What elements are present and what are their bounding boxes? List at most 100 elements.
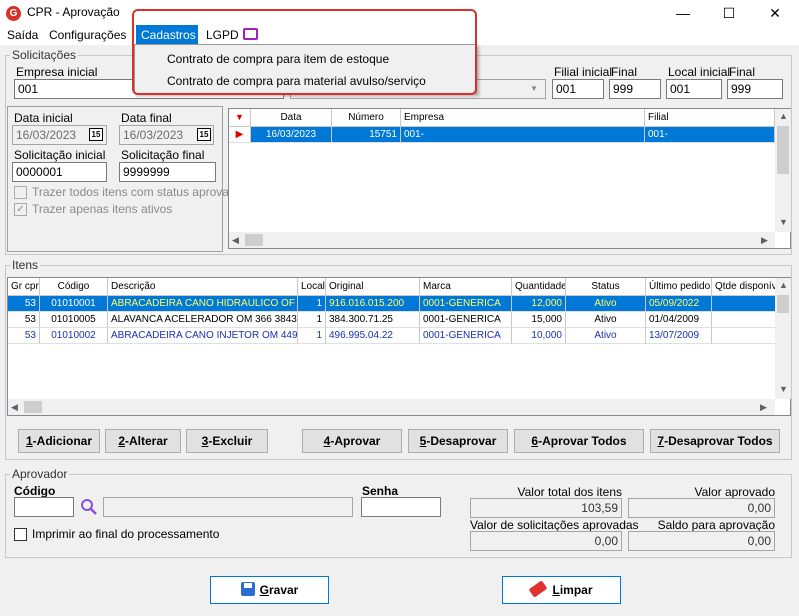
monitor-icon[interactable] xyxy=(243,28,258,40)
item-cell-local[interactable]: 1 xyxy=(298,296,326,312)
col-header-filial[interactable]: Filial xyxy=(645,109,775,127)
item-cell-marca[interactable]: 0001-GENERICA xyxy=(420,296,512,312)
item-cell-codigo[interactable]: 01010002 xyxy=(40,328,108,344)
filial-final-field[interactable]: 999 xyxy=(609,79,661,99)
item-cell-ultimo[interactable]: 01/04/2009 xyxy=(646,312,712,328)
menu-cadastros[interactable]: Cadastros xyxy=(141,28,196,42)
item-cell-descricao[interactable]: ABRACADEIRA CANO HIDRAULICO OF 14 xyxy=(108,296,298,312)
col-header-status[interactable]: Status xyxy=(566,278,646,296)
desaprovar-button[interactable]: 5-Desaprovar xyxy=(408,429,508,453)
item-cell-marca[interactable]: 0001-GENERICA xyxy=(420,328,512,344)
col-header-data[interactable]: Data xyxy=(251,109,332,127)
item-cell-quantidade-text: 12,000 xyxy=(531,298,562,309)
valor-solicitacoes-field: 0,00 xyxy=(470,531,622,551)
menu-contrato-estoque[interactable]: Contrato de compra para item de estoque xyxy=(167,52,389,66)
item-cell-status[interactable]: Ativo xyxy=(566,328,646,344)
senha-field[interactable] xyxy=(361,497,441,517)
save-icon xyxy=(240,582,255,596)
col-header-marca[interactable]: Marca xyxy=(420,278,512,296)
item-cell-ultimo[interactable]: 05/09/2022 xyxy=(646,296,712,312)
solicitacao-inicial-field[interactable]: 0000001 xyxy=(12,162,107,182)
item-cell-ultimo[interactable]: 13/07/2009 xyxy=(646,328,712,344)
trazer-todos-checkbox[interactable] xyxy=(14,186,27,199)
item-cell-original[interactable]: 384.300.71.25 xyxy=(326,312,420,328)
gravar-button[interactable]: Gravar xyxy=(210,576,329,604)
menu-contrato-avulso[interactable]: Contrato de compra para material avulso/… xyxy=(167,74,426,88)
item-cell-status[interactable]: Ativo xyxy=(566,296,646,312)
col-header-qtde-disponivel[interactable]: Qtde disponív xyxy=(712,278,776,296)
solicitacao-final-field[interactable]: 9999999 xyxy=(119,162,216,182)
col-header-descricao[interactable]: Descrição xyxy=(108,278,298,296)
item-cell-status[interactable]: Ativo xyxy=(566,312,646,328)
adicionar-button[interactable]: 1-Adicionar xyxy=(18,429,100,453)
minimize-button[interactable]: — xyxy=(660,0,706,26)
solicitacoes-grid: ▼ Data Número Empresa Filial ▶ 16/03/202… xyxy=(228,108,791,249)
col-header-local[interactable]: Local xyxy=(298,278,326,296)
item-cell-gr[interactable]: 53 xyxy=(8,312,40,328)
imprimir-label: Imprimir ao final do processamento xyxy=(32,527,220,541)
calendar-icon[interactable]: 15 xyxy=(89,128,103,141)
local-inicial-field[interactable]: 001 xyxy=(666,79,722,99)
limpar-button[interactable]: Limpar xyxy=(502,576,621,604)
trazer-ativos-checkbox[interactable]: ✓ xyxy=(14,203,27,216)
col-header-empresa[interactable]: Empresa xyxy=(401,109,645,127)
solic-cell-empresa[interactable]: 001- xyxy=(401,127,645,143)
valor-aprovado-label: Valor aprovado xyxy=(694,485,776,499)
item-cell-quantidade[interactable]: 12,000 xyxy=(512,296,566,312)
codigo-field[interactable] xyxy=(14,497,74,517)
item-cell-codigo[interactable]: 01010001 xyxy=(40,296,108,312)
item-cell-descricao[interactable]: ALAVANCA ACELERADOR OM 366 38430 xyxy=(108,312,298,328)
alterar-button[interactable]: 2-Alterar xyxy=(105,429,181,453)
desaprovar-text: -Desaprovar xyxy=(426,434,497,448)
item-cell-descricao[interactable]: ABRACADEIRA CANO INJETOR OM 449 6 xyxy=(108,328,298,344)
aprovar-todos-button[interactable]: 6-Aprovar Todos xyxy=(514,429,644,453)
col-header-ultimo-pedido[interactable]: Último pedido xyxy=(646,278,712,296)
solic-cell-numero[interactable]: 15751 xyxy=(332,127,401,143)
valor-solicitacoes-label: Valor de solicitações aprovadas xyxy=(470,518,639,532)
sort-icon[interactable]: ▼ xyxy=(229,109,251,127)
item-cell-ultimo-text: 05/09/2022 xyxy=(649,298,700,309)
col-header-codigo[interactable]: Código xyxy=(40,278,108,296)
solic-cell-data[interactable]: 16/03/2023 xyxy=(251,127,332,143)
horizontal-scrollbar[interactable]: ◀ ▶ xyxy=(229,232,775,248)
item-cell-qtde[interactable] xyxy=(712,312,776,328)
chevron-down-icon[interactable]: ▼ xyxy=(530,84,538,93)
local-final-label: Final xyxy=(729,65,756,79)
filial-inicial-field[interactable]: 001 xyxy=(552,79,604,99)
item-cell-marca[interactable]: 0001-GENERICA xyxy=(420,312,512,328)
imprimir-checkbox[interactable] xyxy=(14,528,27,541)
horizontal-scrollbar[interactable]: ◀ ▶ xyxy=(8,399,775,415)
app-logo-icon: G xyxy=(6,6,21,21)
item-cell-original[interactable]: 496.995.04.22 xyxy=(326,328,420,344)
item-cell-gr[interactable]: 53 xyxy=(8,328,40,344)
alterar-key: 2 xyxy=(118,434,125,448)
close-button[interactable]: ✕ xyxy=(752,0,798,26)
vertical-scrollbar[interactable]: ▲ ▼ xyxy=(775,109,791,232)
maximize-button[interactable]: ☐ xyxy=(706,0,752,26)
aprovar-button[interactable]: 4-Aprovar xyxy=(302,429,402,453)
item-cell-local[interactable]: 1 xyxy=(298,312,326,328)
item-cell-gr[interactable]: 53 xyxy=(8,296,40,312)
menu-configuracoes[interactable]: Configurações xyxy=(49,28,126,42)
excluir-button[interactable]: 3-Excluir xyxy=(186,429,268,453)
item-cell-original[interactable]: 916.016.015.200 xyxy=(326,296,420,312)
local-final-field[interactable]: 999 xyxy=(727,79,783,99)
menu-saida[interactable]: Saída xyxy=(7,28,38,42)
col-header-original[interactable]: Original xyxy=(326,278,420,296)
solic-cell-filial[interactable]: 001- xyxy=(645,127,775,143)
calendar-icon[interactable]: 15 xyxy=(197,128,211,141)
col-header-gr-cpr[interactable]: Gr cpr xyxy=(8,278,40,296)
col-header-numero[interactable]: Número xyxy=(332,109,401,127)
menu-lgpd[interactable]: LGPD xyxy=(206,28,239,42)
desaprovar-todos-button[interactable]: 7-Desaprovar Todos xyxy=(650,429,780,453)
item-cell-quantidade[interactable]: 10,000 xyxy=(512,328,566,344)
item-cell-quantidade[interactable]: 15,000 xyxy=(512,312,566,328)
row-indicator-icon: ▶ xyxy=(229,127,251,143)
item-cell-local[interactable]: 1 xyxy=(298,328,326,344)
col-header-quantidade[interactable]: Quantidade xyxy=(512,278,566,296)
vertical-scrollbar[interactable]: ▲ ▼ xyxy=(775,278,791,399)
item-cell-codigo[interactable]: 01010005 xyxy=(40,312,108,328)
item-cell-qtde[interactable] xyxy=(712,296,776,312)
search-icon[interactable] xyxy=(80,498,98,516)
item-cell-qtde[interactable] xyxy=(712,328,776,344)
